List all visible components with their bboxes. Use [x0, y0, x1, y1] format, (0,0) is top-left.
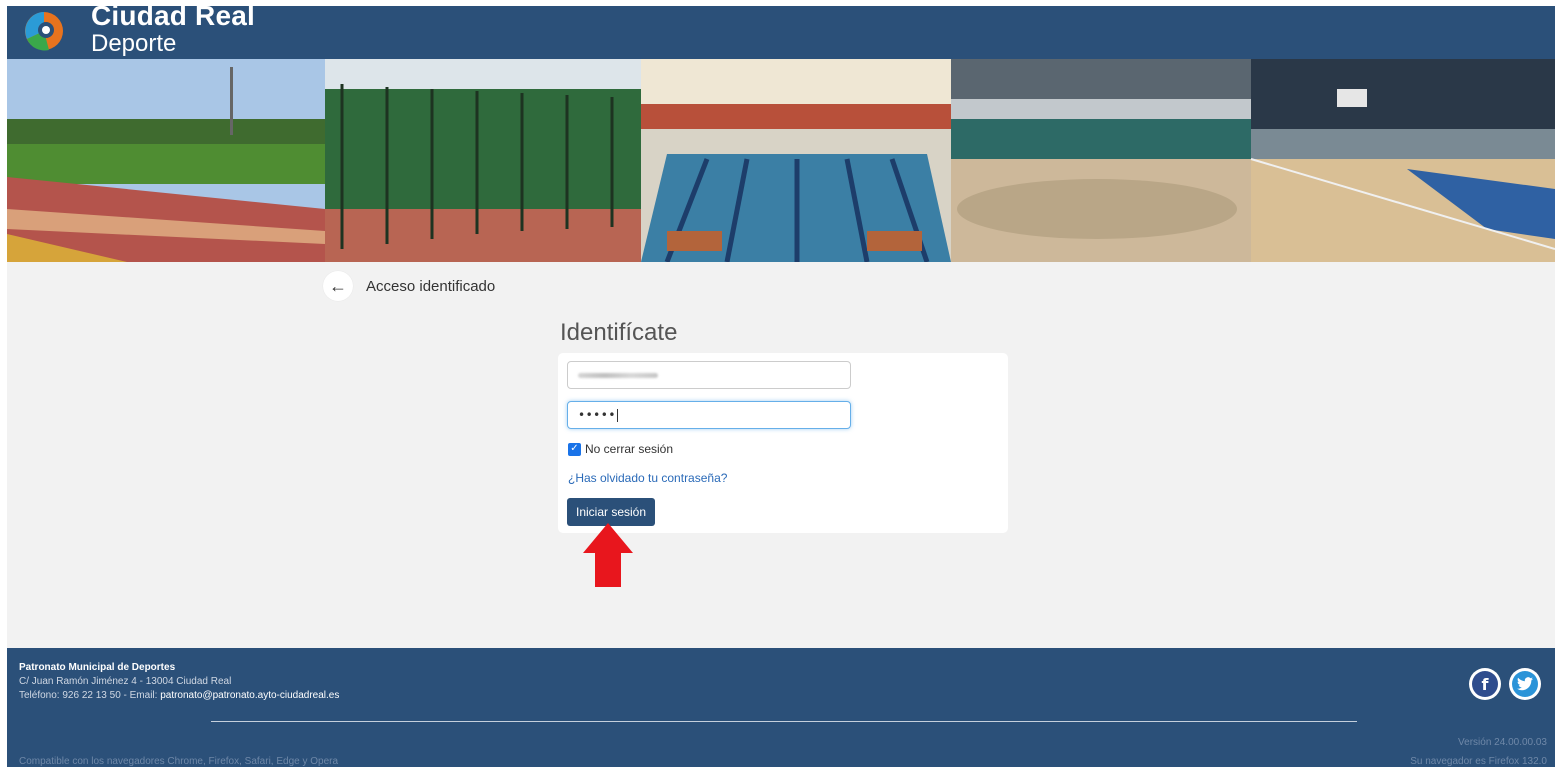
- forgot-password-link[interactable]: ¿Has olvidado tu contraseña?: [568, 471, 727, 485]
- facebook-icon: f: [1472, 671, 1498, 697]
- footer-version: Versión 24.00.00.03: [1458, 737, 1547, 748]
- remember-me-checkbox[interactable]: ✓: [568, 442, 581, 456]
- brand-subtitle: Deporte: [91, 30, 177, 57]
- remember-me-label[interactable]: No cerrar sesión: [585, 442, 673, 456]
- red-up-arrow-icon: [583, 523, 633, 587]
- arrow-left-icon: ←: [329, 275, 347, 296]
- footer-org-name: Patronato Municipal de Deportes: [19, 662, 176, 673]
- banner-arena-image: [1250, 59, 1555, 262]
- footer-compatibility: Compatible con los navegadores Chrome, F…: [19, 756, 339, 767]
- username-redacted-value: [578, 373, 658, 378]
- ciudad-real-logo[interactable]: [19, 6, 69, 56]
- site-footer: Patronato Municipal de Deportes C/ Juan …: [7, 648, 1555, 767]
- site-header: Ciudad Real Deporte: [7, 6, 1555, 59]
- footer-browser-info: Su navegador es Firefox 132.0: [1410, 756, 1547, 767]
- footer-email-link[interactable]: patronato@patronato.ayto-ciudadreal.es: [160, 690, 339, 701]
- remember-me-row: ✓ No cerrar sesión: [568, 442, 673, 456]
- footer-divider: [211, 721, 1357, 722]
- banner-padel-image: [325, 59, 641, 262]
- banner-stadium-image: [7, 59, 325, 262]
- facilities-banner: [7, 59, 1555, 262]
- login-card: ••••• ✓ No cerrar sesión ¿Has olvidado t…: [558, 353, 1008, 533]
- banner-hall-image: [951, 59, 1251, 262]
- footer-phone: Teléfono: 926 22 13 50 - Email:: [19, 690, 161, 701]
- brand-name: Ciudad Real: [91, 6, 256, 31]
- footer-contact: Teléfono: 926 22 13 50 - Email: patronat…: [19, 690, 339, 701]
- back-button[interactable]: ←: [323, 271, 353, 301]
- password-value: •••••: [578, 408, 618, 422]
- login-submit-button[interactable]: Iniciar sesión: [567, 498, 655, 526]
- banner-pool-image: [641, 59, 951, 262]
- page-frame: Ciudad Real Deporte ← Acceso identificad…: [7, 6, 1555, 767]
- twitter-button[interactable]: [1509, 668, 1541, 700]
- back-row: ← Acceso identificado: [323, 271, 495, 301]
- facebook-button[interactable]: f: [1469, 668, 1501, 700]
- twitter-icon: [1512, 671, 1538, 697]
- page-section-title: Acceso identificado: [366, 277, 496, 295]
- footer-address: C/ Juan Ramón Jiménez 4 - 13004 Ciudad R…: [19, 676, 232, 687]
- login-title: Identifícate: [560, 319, 678, 346]
